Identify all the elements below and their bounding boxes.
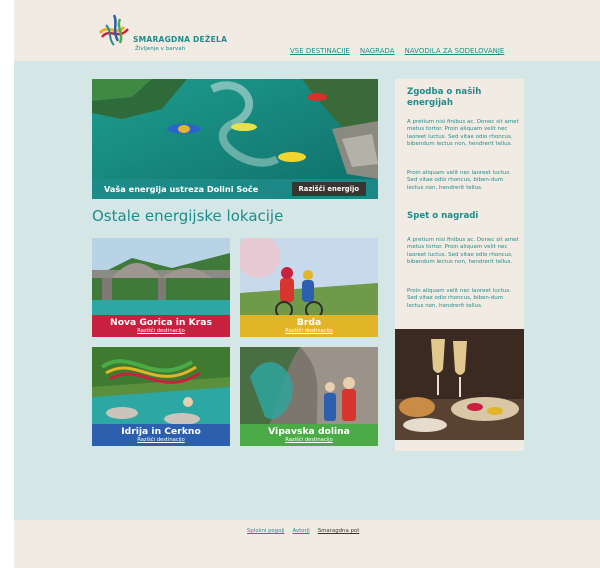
sidebar-image-wine: [395, 329, 524, 440]
footer-link-emerald-path[interactable]: Smaragdna pot: [318, 528, 360, 534]
nav-link-instructions[interactable]: NAVODILA ZA SODELOVANJE: [405, 47, 505, 55]
card-band: Nova Gorica in Kras Razišči destinacijo: [92, 315, 230, 337]
hero-caption-bar: Vaša energija ustreza Dolini Soče Razišč…: [92, 179, 378, 199]
card-band: Vipavska dolina Razišči destinacijo: [240, 424, 378, 446]
site-header: SMARAGDNA DEŽELA Življenje v barvah VSE …: [14, 0, 600, 61]
footer-links: Splošni pogoji Avtorji Smaragdna pot: [247, 528, 359, 534]
hero-caption: Vaša energija ustreza Dolini Soče: [104, 184, 259, 194]
nav-link-all-destinations[interactable]: VSE DESTINACIJE: [290, 47, 350, 55]
card-explore-link[interactable]: Razišči destinacijo: [92, 328, 230, 335]
sidebar-paragraph: A pretium nisi finibus ac. Donec sit ame…: [407, 237, 519, 266]
sidebar-heading-story: Zgodba o naših energijah: [407, 87, 482, 108]
section-title: Ostale energijske lokacije: [92, 207, 284, 225]
main-content: Vaša energija ustreza Dolini Soče Razišč…: [14, 61, 600, 520]
sidebar-paragraph: Proin aliquam velit nec laoreet luctus. …: [407, 170, 511, 191]
wine-table-image: [395, 329, 524, 440]
sidebar: Zgodba o naših energijah A pretium nisi …: [395, 79, 524, 451]
card-title: Vipavska dolina: [268, 426, 350, 437]
destination-card-brda[interactable]: Brda Razišči destinacijo: [240, 238, 378, 337]
card-title: Nova Gorica in Kras: [110, 317, 212, 328]
sidebar-paragraph: A pretium nisi finibus ac. Donec sit ame…: [407, 119, 519, 148]
card-title: Brda: [296, 317, 322, 328]
card-explore-link[interactable]: Razišči destinacijo: [240, 437, 378, 444]
footer-link-authors[interactable]: Avtorji: [293, 528, 310, 534]
sidebar-heading-prize: Spet o nagradi: [407, 211, 479, 221]
card-band: Idrija in Cerkno Razišči destinacijo: [92, 424, 230, 446]
site-logo[interactable]: SMARAGDNA DEŽELA Življenje v barvah: [98, 13, 238, 53]
site-footer: Splošni pogoji Avtorji Smaragdna pot: [14, 520, 600, 568]
card-explore-link[interactable]: Razišči destinacijo: [240, 328, 378, 335]
card-band: Brda Razišči destinacijo: [240, 315, 378, 337]
destination-card-idrija[interactable]: Idrija in Cerkno Razišči destinacijo: [92, 347, 230, 446]
logo-ribbon-icon: [98, 14, 129, 46]
nav-link-prize[interactable]: NAGRADA: [360, 47, 395, 55]
page: SMARAGDNA DEŽELA Življenje v barvah VSE …: [0, 0, 600, 568]
destination-card-vipava[interactable]: Vipavska dolina Razišči destinacijo: [240, 347, 378, 446]
explore-energy-button[interactable]: Razišči energijo: [291, 182, 366, 196]
footer-link-terms[interactable]: Splošni pogoji: [247, 528, 285, 534]
destination-card-nova-gorica[interactable]: Nova Gorica in Kras Razišči destinacijo: [92, 238, 230, 337]
page-frame: SMARAGDNA DEŽELA Življenje v barvah VSE …: [14, 0, 600, 568]
sidebar-paragraph: Proin aliquam velit nec laoreet luctus. …: [407, 288, 511, 309]
hero-banner[interactable]: Vaša energija ustreza Dolini Soče Razišč…: [92, 79, 378, 199]
card-explore-link[interactable]: Razišči destinacijo: [92, 437, 230, 444]
card-title: Idrija in Cerkno: [121, 426, 201, 437]
main-nav: VSE DESTINACIJE NAGRADA NAVODILA ZA SODE…: [290, 47, 504, 55]
logo-subtitle: Življenje v barvah: [135, 46, 186, 52]
logo-title: SMARAGDNA DEŽELA: [133, 35, 228, 44]
